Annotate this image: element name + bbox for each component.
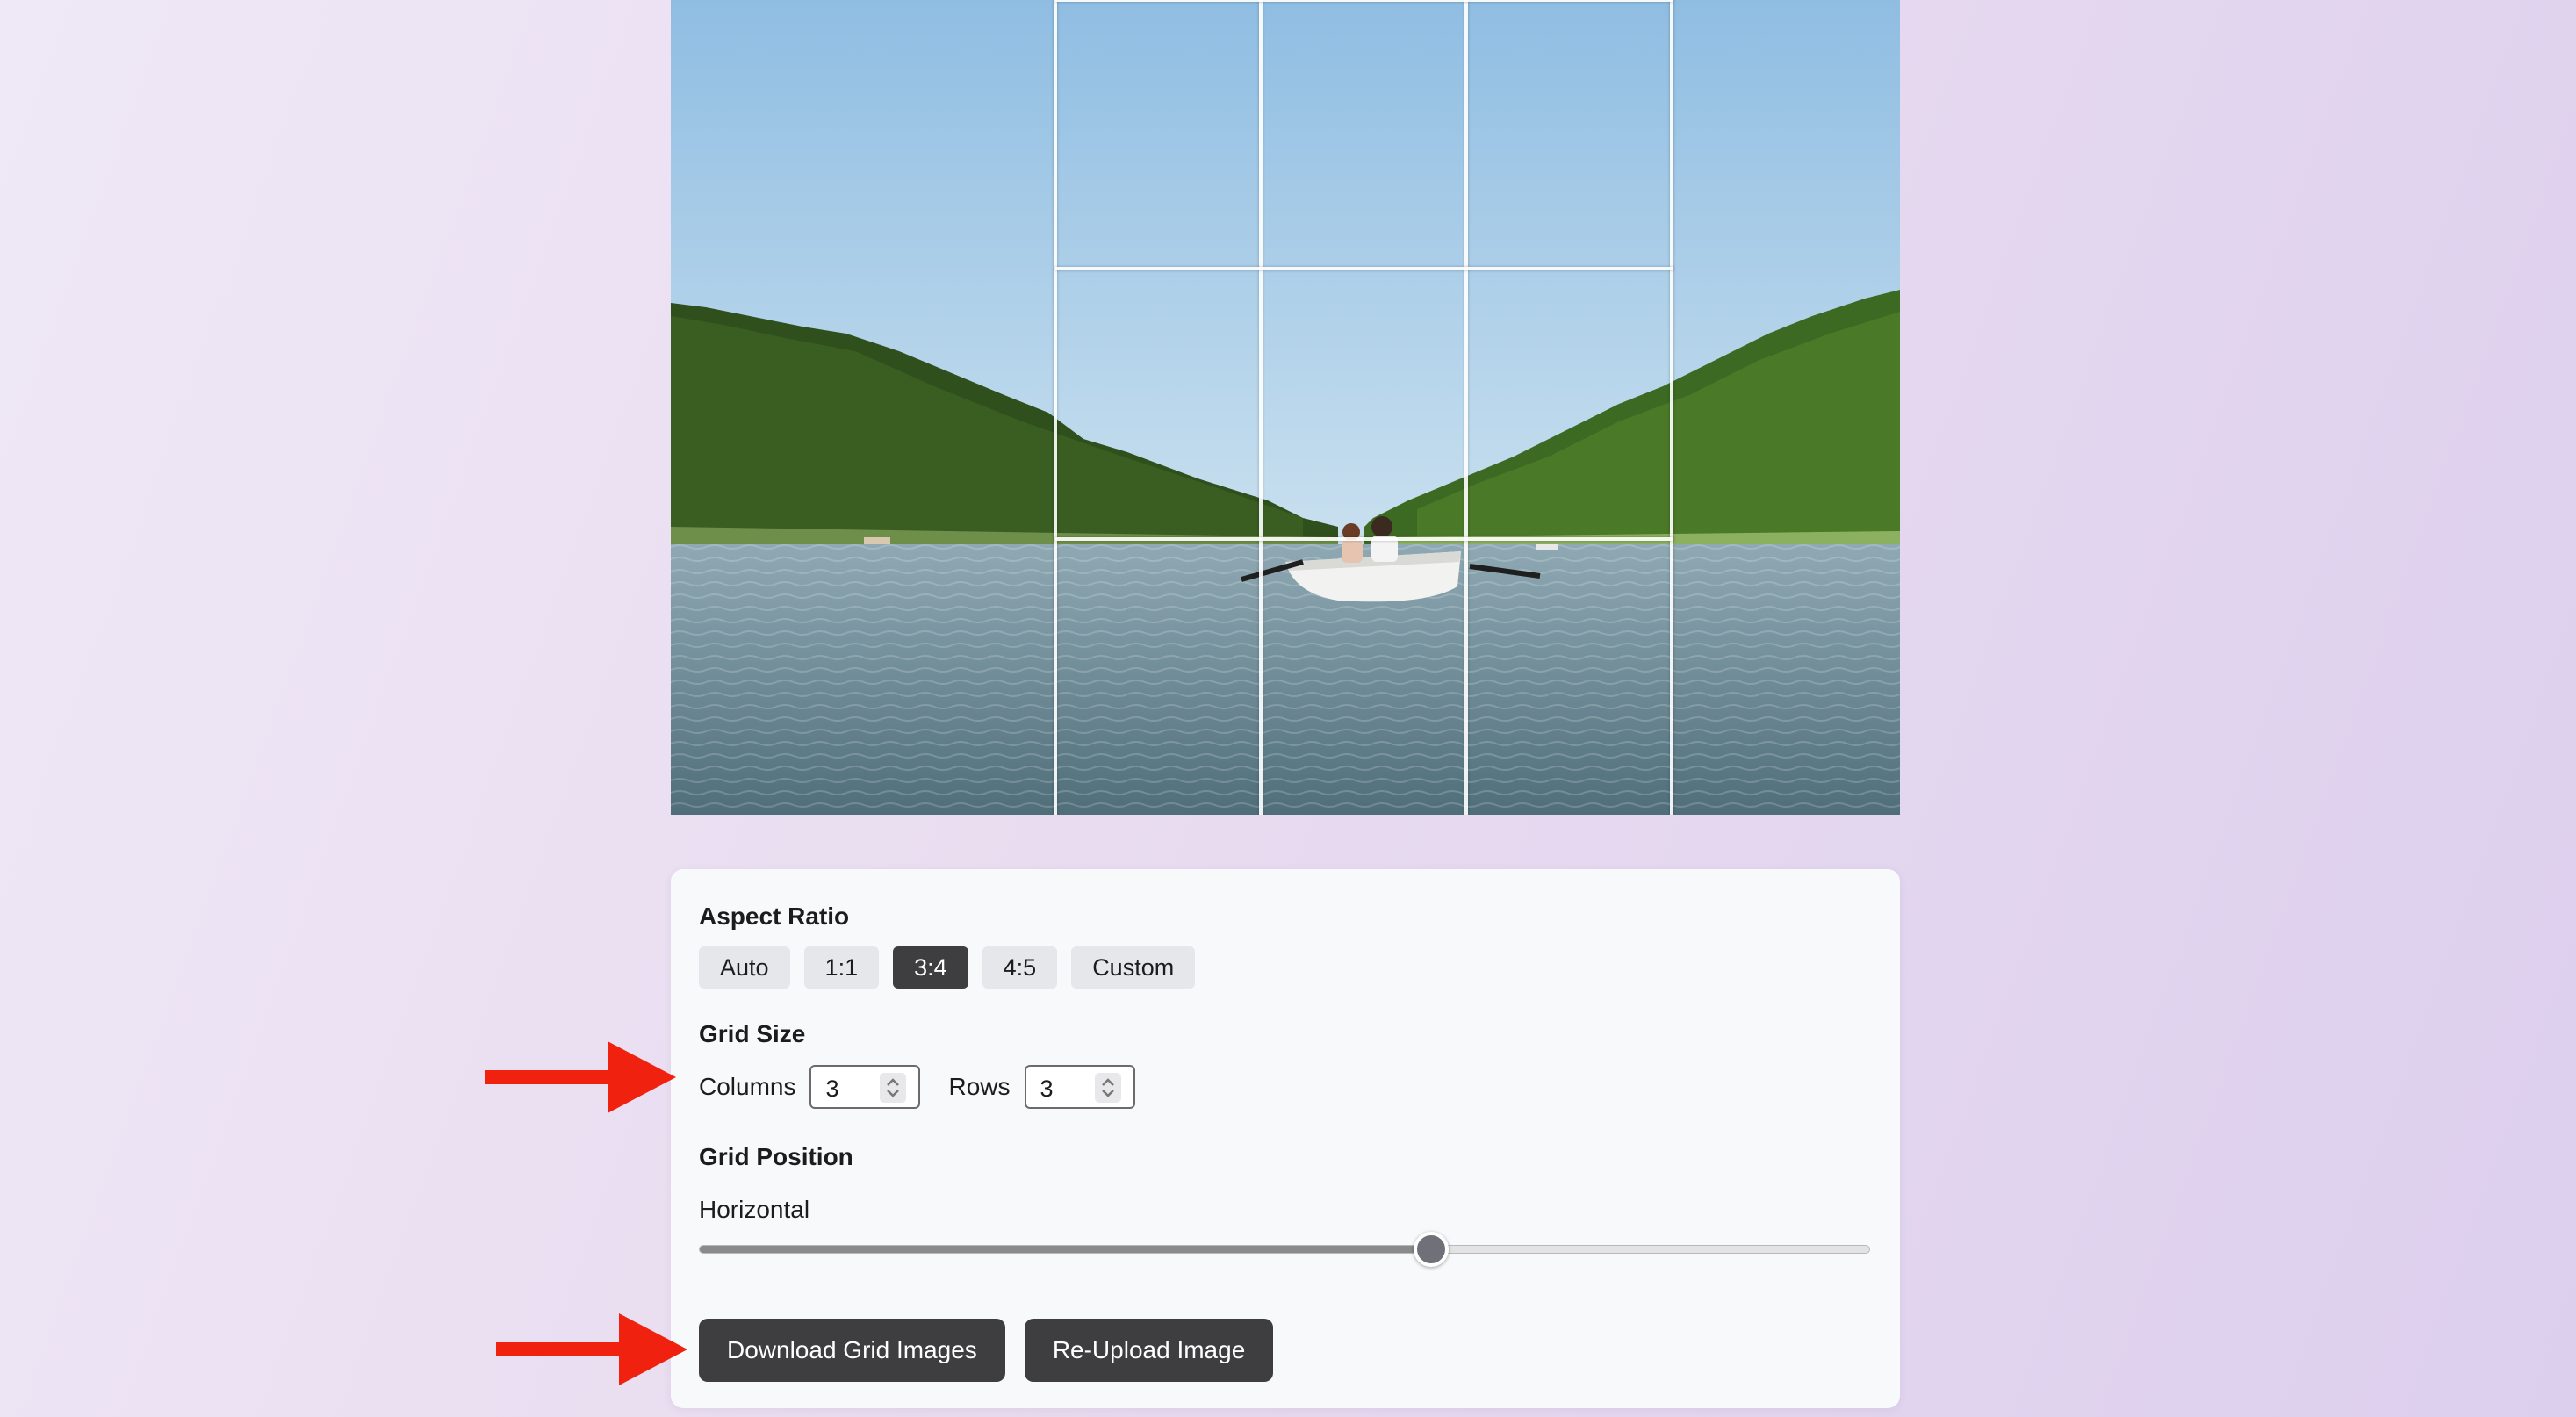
controls-panel: Aspect Ratio Auto 1:1 3:4 4:5 Custom Gri… xyxy=(671,869,1900,1408)
arrow-head xyxy=(619,1313,687,1385)
grid-line-vertical xyxy=(1054,0,1057,815)
stepper-arrows-icon xyxy=(1101,1078,1114,1097)
horizontal-label: Horizontal xyxy=(699,1196,810,1223)
ratio-4-5-button[interactable]: 4:5 xyxy=(982,946,1058,989)
arrow-shaft xyxy=(485,1070,609,1084)
ratio-auto-button[interactable]: Auto xyxy=(699,946,790,989)
action-buttons: Download Grid Images Re-Upload Image xyxy=(699,1319,1274,1382)
columns-stepper[interactable] xyxy=(880,1073,907,1103)
horizontal-slider[interactable] xyxy=(699,1232,1870,1267)
grid-line-horizontal xyxy=(1055,537,1673,541)
slider-thumb[interactable] xyxy=(1413,1232,1449,1267)
columns-input[interactable]: 3 xyxy=(809,1065,921,1109)
slider-fill xyxy=(700,1246,1431,1253)
arrow-head xyxy=(608,1041,676,1113)
arrow-shaft xyxy=(496,1342,621,1356)
grid-line-horizontal xyxy=(1055,267,1673,270)
ratio-custom-button[interactable]: Custom xyxy=(1071,946,1196,989)
grid-line-vertical xyxy=(1670,0,1673,815)
grid-line-vertical xyxy=(1464,0,1468,815)
grid-overlay xyxy=(1054,0,1673,815)
stepper-arrows-icon xyxy=(887,1078,900,1097)
grid-size-heading: Grid Size xyxy=(699,1020,806,1047)
aspect-ratio-heading: Aspect Ratio xyxy=(699,903,850,930)
rows-input[interactable]: 3 xyxy=(1024,1065,1135,1109)
aspect-ratio-options: Auto 1:1 3:4 4:5 Custom xyxy=(699,946,1196,989)
grid-size-controls: Columns 3 Rows 3 xyxy=(699,1064,1135,1110)
rows-label: Rows xyxy=(948,1073,1011,1100)
arrow-to-download-annotation xyxy=(496,1313,687,1385)
rows-stepper[interactable] xyxy=(1094,1073,1121,1103)
columns-value: 3 xyxy=(825,1075,839,1102)
download-grid-images-button[interactable]: Download Grid Images xyxy=(699,1319,1005,1382)
image-preview xyxy=(671,0,1900,815)
columns-label: Columns xyxy=(699,1073,796,1100)
rows-value: 3 xyxy=(1040,1075,1054,1102)
re-upload-image-button[interactable]: Re-Upload Image xyxy=(1024,1319,1274,1382)
grid-line-horizontal xyxy=(1055,0,1673,2)
arrow-to-grid-size-annotation xyxy=(485,1041,676,1113)
grid-position-heading: Grid Position xyxy=(699,1143,853,1170)
grid-line-vertical xyxy=(1259,0,1263,815)
ratio-1-1-button[interactable]: 1:1 xyxy=(803,946,880,989)
ratio-3-4-button[interactable]: 3:4 xyxy=(893,946,968,989)
